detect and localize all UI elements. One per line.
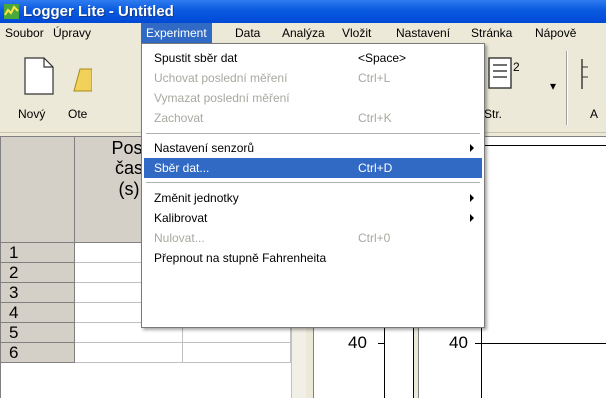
title-bar[interactable]: Logger Lite - Untitled — [0, 0, 606, 23]
page-dropdown-arrow-icon[interactable]: ▾ — [550, 79, 556, 93]
menu-item-calibrate[interactable]: Kalibrovat — [144, 208, 482, 228]
menu-item-start-collection[interactable]: Spustit sběr dat <Space> — [144, 48, 482, 68]
meter-tick — [378, 343, 384, 344]
page-button[interactable]: 2 Str. — [484, 49, 548, 129]
menu-item-switch-fahrenheit[interactable]: Přepnout na stupně Fahrenheita — [144, 248, 482, 268]
row-number: 6 — [1, 343, 75, 363]
menu-item-shortcut: <Space> — [358, 51, 407, 65]
menu-item-label: Zachovat — [154, 111, 204, 125]
menu-separator — [146, 133, 480, 134]
menu-item-keep[interactable]: Zachovat Ctrl+K — [144, 108, 482, 128]
table-cell[interactable] — [75, 343, 183, 363]
table-corner — [1, 137, 75, 243]
new-document-icon — [24, 57, 54, 95]
menu-item-change-units[interactable]: Změnit jednotky — [144, 188, 482, 208]
menu-separator — [146, 182, 480, 183]
menu-item-label: Sběr dat... — [154, 161, 210, 175]
menu-item-zero[interactable]: Nulovat... Ctrl+0 — [144, 228, 482, 248]
menu-napoveda[interactable]: Nápově — [530, 23, 581, 43]
y-gridline — [475, 145, 606, 146]
chart-icon — [581, 59, 588, 89]
menu-item-shortcut: Ctrl+L — [358, 71, 391, 85]
menu-bar: Soubor Úpravy Experiment Data Analýza Vl… — [0, 23, 606, 43]
menu-analyza[interactable]: Analýza — [277, 23, 330, 43]
submenu-arrow-icon — [470, 144, 474, 152]
menu-experiment[interactable]: Experiment — [141, 23, 212, 43]
row-number: 3 — [1, 283, 75, 303]
menu-item-sensor-setup[interactable]: Nastavení senzorů — [144, 138, 482, 158]
logger-lite-window: Logger Lite - Untitled Soubor Úpravy Exp… — [0, 0, 606, 398]
new-button[interactable]: Nový — [8, 49, 64, 129]
menu-item-data-collection[interactable]: Sběr dat... Ctrl+D — [144, 158, 482, 178]
open-button-label: Ote — [68, 107, 88, 121]
menu-item-clear-latest-run[interactable]: Vymazat poslední měření — [144, 88, 482, 108]
menu-nastaveni[interactable]: Nastavení — [391, 23, 455, 43]
meter-tick-label: 40 — [348, 333, 367, 352]
row-number: 2 — [1, 263, 75, 283]
open-folder-icon — [73, 68, 92, 92]
menu-item-label: Nulovat... — [154, 231, 205, 245]
menu-item-label: Kalibrovat — [154, 211, 208, 225]
page-button-label: Str. — [484, 107, 503, 121]
menu-item-label: Změnit jednotky — [154, 191, 239, 205]
open-button[interactable]: Ote — [68, 49, 142, 129]
last-toolbar-button[interactable]: A — [578, 49, 606, 129]
y-gridline — [475, 343, 606, 344]
y-tick-label: 40 — [449, 333, 468, 352]
menu-item-label: Uchovat poslední měření — [154, 71, 288, 85]
menu-item-label: Nastavení senzorů — [154, 141, 255, 155]
menu-item-label: Spustit sběr dat — [154, 51, 238, 65]
menu-stranka[interactable]: Stránka — [466, 23, 517, 43]
menu-item-shortcut: Ctrl+0 — [358, 231, 391, 245]
menu-item-label: Přepnout na stupně Fahrenheita — [154, 251, 327, 265]
toolbar-separator — [566, 51, 568, 125]
menu-upravy[interactable]: Úpravy — [48, 23, 96, 43]
menu-vlozit[interactable]: Vložit — [337, 23, 376, 43]
page-icon: 2 — [488, 57, 520, 89]
table-cell[interactable] — [183, 343, 291, 363]
svg-text:2: 2 — [513, 60, 520, 74]
experiment-menu: Spustit sběr dat <Space> Uchovat posledn… — [141, 43, 485, 328]
menu-soubor[interactable]: Soubor — [0, 23, 49, 43]
row-number: 4 — [1, 303, 75, 323]
menu-data[interactable]: Data — [230, 23, 265, 43]
window-title: Logger Lite - Untitled — [23, 3, 174, 20]
menu-item-shortcut: Ctrl+K — [358, 111, 392, 125]
menu-item-label: Vymazat poslední měření — [154, 91, 290, 105]
row-number: 5 — [1, 323, 75, 343]
menu-item-store-latest-run[interactable]: Uchovat poslední měření Ctrl+L — [144, 68, 482, 88]
submenu-arrow-icon — [470, 214, 474, 222]
logger-lite-icon — [4, 4, 19, 19]
last-toolbar-button-label: A — [590, 107, 599, 121]
menu-item-shortcut: Ctrl+D — [358, 161, 393, 175]
submenu-arrow-icon — [470, 194, 474, 202]
new-button-label: Nový — [18, 107, 46, 121]
row-number: 1 — [1, 243, 75, 263]
